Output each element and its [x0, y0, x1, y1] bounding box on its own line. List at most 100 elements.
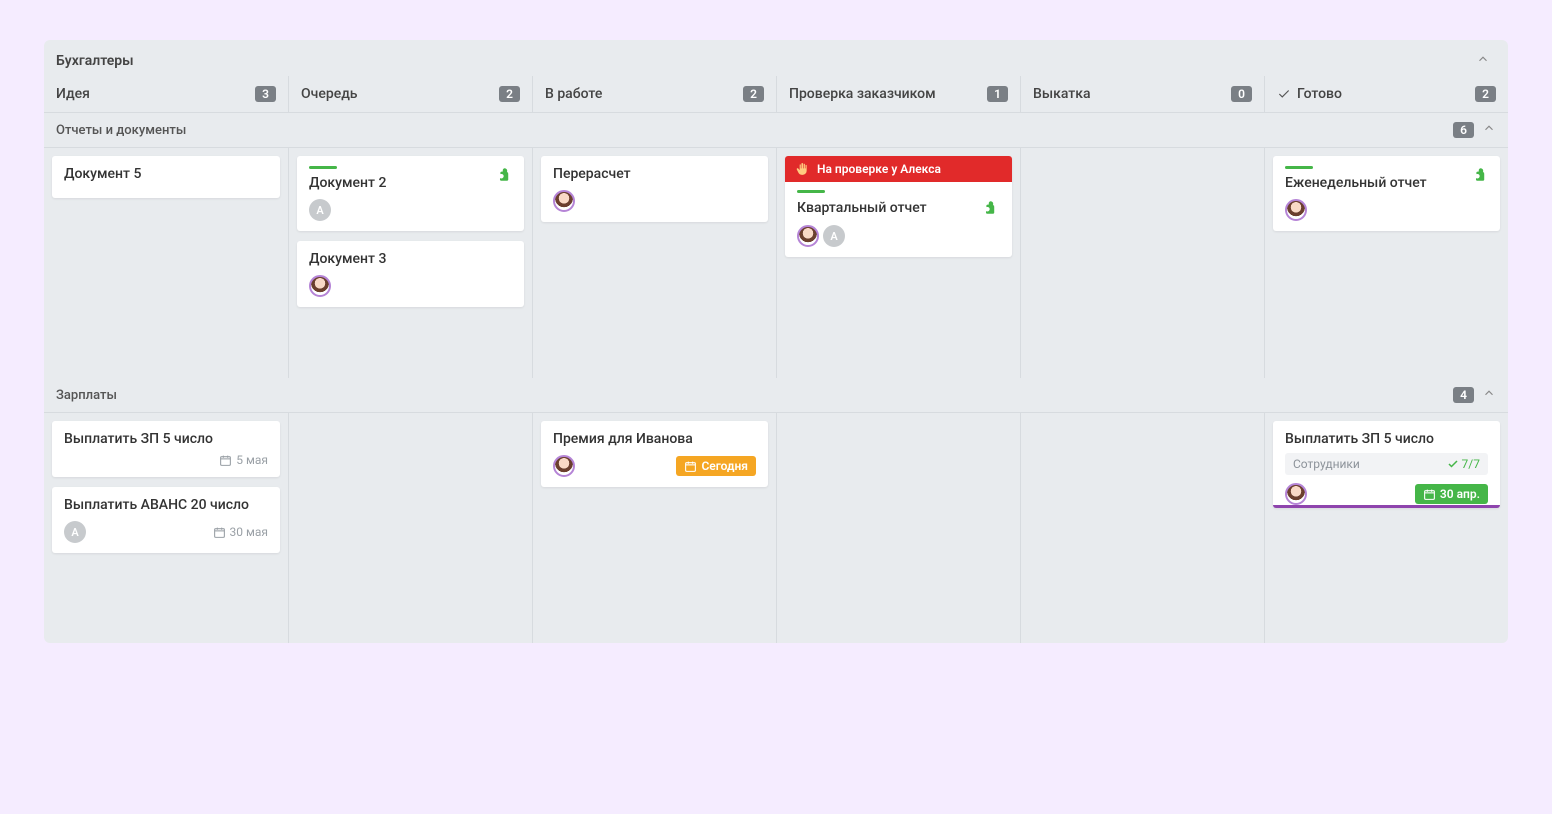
column-label: Идея — [56, 86, 90, 102]
avatar[interactable]: A — [823, 225, 845, 247]
column-header[interactable]: В работе 2 — [532, 76, 776, 112]
card-title: Выплатить ЗП 5 число — [1285, 431, 1488, 447]
board-header: Бухгалтеры — [44, 40, 1508, 76]
avatar[interactable]: A — [64, 521, 86, 543]
swimlane-body: Выплатить ЗП 5 число 5 мая Выплатить АВАН… — [44, 413, 1508, 643]
puzzle-icon — [496, 166, 514, 184]
collapse-board-button[interactable] — [1470, 50, 1496, 72]
banner-text: На проверке у Алекса — [817, 162, 941, 176]
column-cell[interactable]: Премия для Иванова Сегодня — [532, 413, 776, 643]
swimlane-header[interactable]: Отчеты и документы 6 — [44, 113, 1508, 148]
card-date-today: Сегодня — [676, 456, 756, 476]
hand-stop-icon — [795, 162, 809, 176]
column-cell[interactable]: Выплатить ЗП 5 число 5 мая Выплатить АВАН… — [44, 413, 288, 643]
column-header[interactable]: Очередь 2 — [288, 76, 532, 112]
card-title: Премия для Иванова — [553, 431, 756, 447]
swimlane-title: Отчеты и документы — [56, 123, 186, 138]
card-title: Перерасчет — [553, 166, 756, 182]
column-label: В работе — [545, 86, 602, 102]
task-card[interactable]: Документ 2 A — [297, 156, 524, 231]
swimlane-count: 4 — [1453, 387, 1474, 403]
avatar[interactable] — [553, 455, 575, 477]
task-card[interactable]: Еженедельный отчет — [1273, 156, 1500, 231]
column-cell[interactable]: Документ 2 A Документ 3 — [288, 148, 532, 378]
column-cell[interactable] — [288, 413, 532, 643]
calendar-icon — [219, 454, 232, 467]
column-cell[interactable] — [1020, 148, 1264, 378]
card-banner: На проверке у Алекса — [785, 156, 1012, 182]
task-card[interactable]: Выплатить АВАНС 20 число A 30 мая — [52, 487, 280, 553]
card-title: Выплатить ЗП 5 число — [64, 431, 268, 447]
card-title: Квартальный отчет — [797, 200, 927, 216]
swimlane-body: Документ 5 Документ 2 A Документ 3 Перерасче… — [44, 148, 1508, 378]
puzzle-icon — [1472, 166, 1490, 184]
column-label: Выкатка — [1033, 86, 1091, 102]
column-count: 1 — [987, 86, 1008, 102]
subtask-count: 7/7 — [1447, 457, 1480, 471]
column-header[interactable]: Выкатка 0 — [1020, 76, 1264, 112]
column-label: Проверка заказчиком — [789, 86, 936, 102]
columns-header: Идея 3 Очередь 2 В работе 2 Проверка заказчико… — [44, 76, 1508, 113]
card-title: Документ 3 — [309, 251, 512, 267]
column-header[interactable]: Идея 3 — [44, 76, 288, 112]
task-card[interactable]: Премия для Иванова Сегодня — [541, 421, 768, 487]
task-card[interactable]: Документ 5 — [52, 156, 280, 198]
avatar[interactable] — [309, 275, 331, 297]
swimlane-header[interactable]: Зарплаты 4 — [44, 378, 1508, 413]
chevron-up-icon — [1482, 121, 1496, 135]
card-title: Документ 5 — [64, 166, 268, 182]
chevron-up-icon — [1482, 386, 1496, 400]
card-avatars — [309, 275, 331, 297]
task-card[interactable]: Документ 3 — [297, 241, 524, 307]
collapse-swimlane-button[interactable] — [1482, 386, 1496, 404]
column-cell[interactable] — [776, 413, 1020, 643]
column-header[interactable]: Проверка заказчиком 1 — [776, 76, 1020, 112]
calendar-icon — [684, 460, 697, 473]
column-label: Очередь — [301, 86, 358, 102]
swimlanes: Отчеты и документы 6 Документ 5 Документ 2 A… — [44, 113, 1508, 643]
card-avatars — [1285, 483, 1307, 505]
card-subtask-badge: Сотрудники 7/7 — [1285, 453, 1488, 475]
card-title: Еженедельный отчет — [1285, 175, 1488, 191]
column-cell[interactable]: Выплатить ЗП 5 числоСотрудники 7/7 30 ап… — [1264, 413, 1508, 643]
column-count: 0 — [1231, 86, 1252, 102]
swimlane-count: 6 — [1453, 122, 1474, 138]
puzzle-icon — [982, 199, 1000, 217]
card-title: Выплатить АВАНС 20 число — [64, 497, 268, 513]
avatar[interactable] — [1285, 483, 1307, 505]
column-cell[interactable]: На проверке у Алекса Квартальный отчет A — [776, 148, 1020, 378]
card-date: 5 мая — [219, 453, 268, 467]
column-count: 2 — [743, 86, 764, 102]
avatar[interactable] — [1285, 199, 1307, 221]
avatar[interactable] — [553, 190, 575, 212]
column-cell[interactable]: Перерасчет — [532, 148, 776, 378]
card-date: 30 мая — [213, 525, 268, 539]
collapse-swimlane-button[interactable] — [1482, 121, 1496, 139]
column-cell[interactable]: Еженедельный отчет — [1264, 148, 1508, 378]
card-avatars: A — [64, 521, 86, 543]
board-title: Бухгалтеры — [56, 53, 134, 69]
column-label: Готово — [1297, 86, 1342, 102]
swimlane-title: Зарплаты — [56, 388, 117, 403]
card-avatars — [553, 190, 575, 212]
task-card[interactable]: Перерасчет — [541, 156, 768, 222]
subtask-label: Сотрудники — [1293, 457, 1360, 471]
calendar-icon — [1423, 488, 1436, 501]
avatar[interactable]: A — [309, 199, 331, 221]
avatar[interactable] — [797, 225, 819, 247]
column-cell[interactable] — [1020, 413, 1264, 643]
column-count: 2 — [499, 86, 520, 102]
task-card[interactable]: Выплатить ЗП 5 число 5 мая — [52, 421, 280, 477]
card-stripe — [309, 166, 337, 169]
card-title: Документ 2 — [309, 175, 512, 191]
calendar-icon — [213, 526, 226, 539]
task-card[interactable]: На проверке у Алекса Квартальный отчет A — [785, 156, 1012, 257]
card-avatars: A — [797, 225, 845, 247]
column-cell[interactable]: Документ 5 — [44, 148, 288, 378]
card-avatars — [553, 455, 575, 477]
card-stripe — [1285, 166, 1313, 169]
task-card[interactable]: Выплатить ЗП 5 числоСотрудники 7/7 30 ап… — [1273, 421, 1500, 508]
chevron-up-icon — [1476, 52, 1490, 66]
column-count: 3 — [255, 86, 276, 102]
column-header[interactable]: Готово2 — [1264, 76, 1508, 112]
